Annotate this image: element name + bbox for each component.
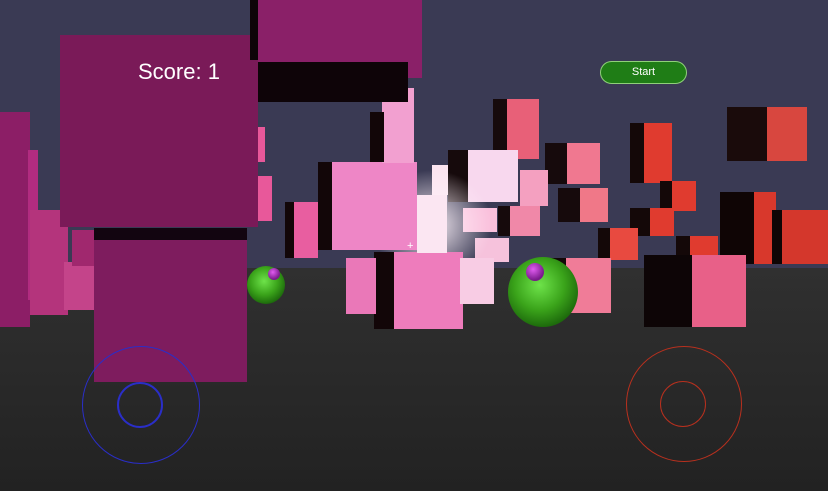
- score-display: Score: 1: [138, 59, 220, 84]
- crosshair-icon: +: [407, 240, 414, 252]
- enemy-sphere-left[interactable]: [247, 266, 285, 304]
- move-joystick-knob[interactable]: [117, 382, 163, 428]
- game-viewport[interactable]: Score: 1 Start +: [0, 0, 828, 491]
- enemy-sphere-center[interactable]: [508, 257, 578, 327]
- look-joystick-knob[interactable]: [660, 381, 706, 427]
- start-button[interactable]: Start: [600, 61, 687, 84]
